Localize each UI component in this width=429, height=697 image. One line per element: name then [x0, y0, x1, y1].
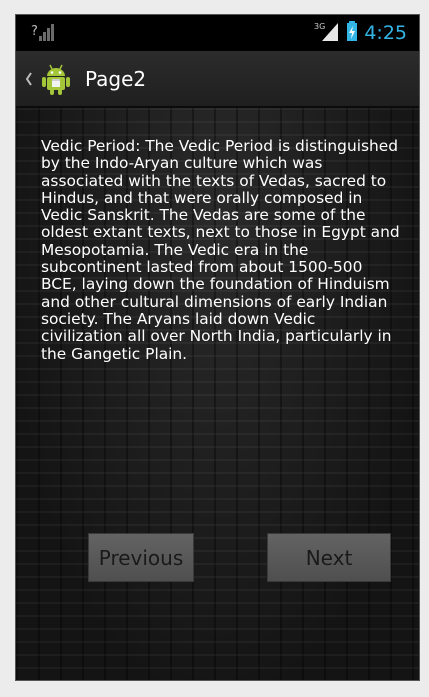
android-robot-icon[interactable] [39, 62, 73, 96]
chevron-left-icon[interactable] [25, 71, 35, 87]
no-signal-icon: ? [30, 21, 54, 43]
previous-button[interactable]: Previous [88, 533, 194, 582]
svg-text:3G: 3G [314, 22, 325, 31]
device-frame: ? 3G 4:25 Page2 Vedic Period: The Vedic … [15, 14, 420, 681]
page-title: Page2 [85, 66, 147, 91]
battery-charging-icon [346, 20, 358, 46]
action-bar: Page2 [16, 51, 419, 108]
status-bar: ? 3G 4:25 [16, 15, 419, 51]
signal-icon: 3G [314, 20, 340, 46]
status-time: 4:25 [364, 21, 407, 44]
status-icons: 3G 4:25 [314, 19, 407, 47]
content-area: Vedic Period: The Vedic Period is distin… [16, 108, 419, 680]
article-text: Vedic Period: The Vedic Period is distin… [41, 137, 400, 363]
svg-text:?: ? [31, 24, 38, 39]
next-button[interactable]: Next [267, 533, 391, 582]
